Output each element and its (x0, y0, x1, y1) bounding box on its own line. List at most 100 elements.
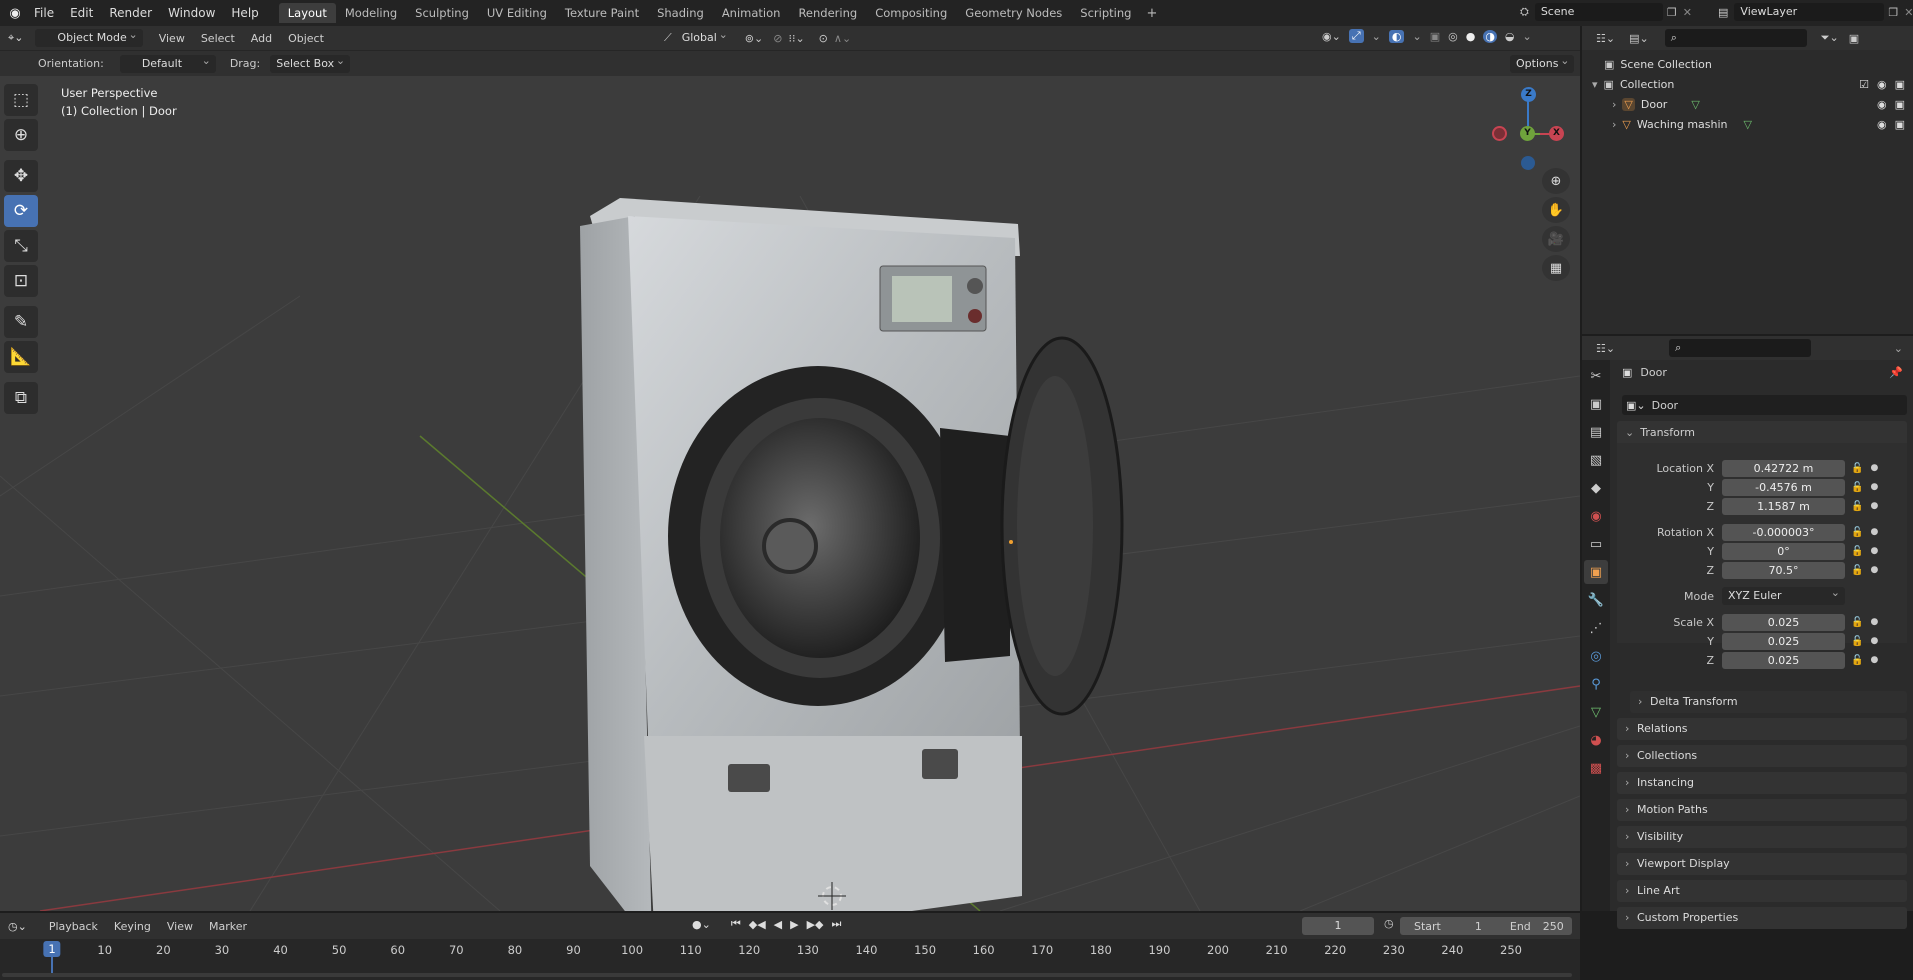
frame-tick-label[interactable]: 40 (273, 943, 288, 957)
visibility-toggles[interactable]: ◉ ▣ (1877, 118, 1905, 131)
pan-hand-icon[interactable]: ✋ (1542, 197, 1570, 223)
location-z-field[interactable]: 1.1587 m (1722, 497, 1845, 515)
tool-tab-icon[interactable]: ✂ (1584, 364, 1608, 388)
material-shading-icon[interactable]: ◑ (1483, 29, 1497, 43)
location-y-field[interactable]: -0.4576 m (1722, 478, 1845, 496)
frame-tick-label[interactable]: 190 (1148, 943, 1170, 957)
timeline-scrollbar[interactable] (2, 973, 1572, 977)
gizmo-neg-x[interactable] (1492, 126, 1507, 141)
menu-item[interactable]: Help (223, 6, 266, 20)
chevron-down-icon[interactable]: ⌄ (1372, 30, 1381, 43)
rotation-x-field[interactable]: -0.000003° (1722, 523, 1845, 541)
panel-header[interactable]: Instancing (1617, 772, 1907, 794)
scale-y-field[interactable]: 0.025 (1722, 632, 1845, 650)
panel-header[interactable]: Custom Properties (1617, 907, 1907, 929)
camera-icon[interactable]: ▣ (1895, 78, 1905, 91)
modifier-tab-icon[interactable]: 🔧 (1584, 588, 1608, 612)
lock-icon[interactable]: 🔓 (1851, 546, 1863, 557)
panel-header[interactable]: Visibility (1617, 826, 1907, 848)
keyframe-dot-icon[interactable]: ● (1870, 546, 1878, 556)
frame-tick-label[interactable]: 240 (1441, 943, 1463, 957)
outliner-scene-collection[interactable]: ▣ Scene Collection (1604, 54, 1712, 74)
transform-tool-icon[interactable]: ⊡ (4, 265, 38, 297)
object-tab-icon[interactable]: ▣ (1584, 560, 1608, 584)
gizmo-z-axis[interactable]: Z (1521, 87, 1536, 102)
location-x-field[interactable]: 0.42722 m (1722, 459, 1845, 477)
checkbox-icon[interactable]: ☑ (1859, 78, 1869, 91)
frame-tick-label[interactable]: 230 (1383, 943, 1405, 957)
visibility-icon[interactable]: ◉⌄ (1322, 30, 1341, 43)
editor-type-icon[interactable]: ☷⌄ (1596, 342, 1615, 355)
current-frame-marker[interactable]: 1 (43, 941, 61, 957)
pin-icon[interactable]: 📌 (1889, 366, 1903, 379)
workspace-tab[interactable]: Layout (278, 3, 336, 23)
frame-tick-label[interactable]: 250 (1500, 943, 1522, 957)
options-dropdown[interactable]: Options (1510, 52, 1575, 73)
zoom-icon[interactable]: ⊕ (1542, 168, 1570, 194)
menu-item[interactable]: Window (160, 6, 223, 20)
eye-icon[interactable]: ◉ (1877, 118, 1887, 131)
editor-type-icon[interactable]: ⌖⌄ (8, 31, 23, 45)
data-tab-icon[interactable]: ▽ (1584, 700, 1608, 724)
outliner-item-door[interactable]: › ▽ Door ▽ ◉ ▣ (1612, 94, 1913, 114)
frame-tick-label[interactable]: 70 (449, 943, 464, 957)
cursor-tool-icon[interactable]: ⊕ (4, 119, 38, 151)
annotate-tool-icon[interactable]: ✎ (4, 306, 38, 338)
workspace-tab[interactable]: Geometry Nodes (956, 3, 1071, 23)
frame-tick-label[interactable]: 10 (97, 943, 112, 957)
view-layer-tab-icon[interactable]: ▧ (1584, 448, 1608, 472)
lock-icon[interactable]: 🔓 (1851, 655, 1863, 666)
frame-tick-label[interactable]: 140 (855, 943, 877, 957)
frame-tick-label[interactable]: 210 (1266, 943, 1288, 957)
frame-tick-label[interactable]: 160 (973, 943, 995, 957)
copy-icon[interactable]: ❐ (1667, 6, 1677, 19)
keyframe-dot-icon[interactable]: ● (1870, 463, 1878, 473)
viewport-menu-item[interactable]: Object (280, 32, 332, 45)
mode-dropdown[interactable]: Object Mode (35, 26, 143, 47)
workspace-tab[interactable]: Sculpting (406, 3, 478, 23)
outliner-collection[interactable]: ▾ ▣ Collection ☑ ◉ ▣ (1592, 74, 1913, 94)
close-icon[interactable]: ✕ (1683, 6, 1692, 19)
workspace-tab[interactable]: Rendering (789, 3, 866, 23)
frame-tick-label[interactable]: 180 (1090, 943, 1112, 957)
measure-tool-icon[interactable]: 📐 (4, 341, 38, 373)
frame-tick-label[interactable]: 30 (215, 943, 230, 957)
rotation-y-field[interactable]: 0° (1722, 542, 1845, 560)
move-tool-icon[interactable]: ✥ (4, 160, 38, 192)
frame-tick-label[interactable]: 80 (508, 943, 523, 957)
chevron-down-icon[interactable]: ⌄ (1894, 342, 1903, 355)
rotate-tool-icon[interactable]: ⟳ (4, 195, 38, 227)
menu-item[interactable]: Render (101, 6, 160, 20)
rotation-mode-dropdown[interactable]: XYZ Euler (1722, 584, 1845, 605)
workspace-tab[interactable]: Scripting (1071, 3, 1140, 23)
keyframe-dot-icon[interactable]: ● (1870, 655, 1878, 665)
frame-tick-label[interactable]: 200 (1207, 943, 1229, 957)
viewlayer-name-field[interactable]: ViewLayer (1734, 3, 1885, 21)
frame-tick-label[interactable]: 150 (914, 943, 936, 957)
collection-tab-icon[interactable]: ▭ (1584, 532, 1608, 556)
physics-tab-icon[interactable]: ◎ (1584, 644, 1608, 668)
frame-tick-label[interactable]: 60 (390, 943, 405, 957)
3d-viewport[interactable]: User Perspective (1) Collection | Door Z… (0, 76, 1580, 911)
camera-icon[interactable]: ▣ (1895, 98, 1905, 111)
chevron-down-icon[interactable]: ⌄ (1523, 30, 1532, 43)
frame-tick-label[interactable]: 120 (738, 943, 760, 957)
visibility-toggles[interactable]: ◉ ▣ (1877, 98, 1905, 111)
panel-header[interactable]: Motion Paths (1617, 799, 1907, 821)
workspace-tab[interactable]: Modeling (336, 3, 406, 23)
frame-tick-label[interactable]: 170 (1031, 943, 1053, 957)
lock-icon[interactable]: 🔓 (1851, 463, 1863, 474)
scene-tab-icon[interactable]: ◆ (1584, 476, 1608, 500)
viewport-menu-item[interactable]: Select (193, 32, 243, 45)
transform-orientation-dropdown[interactable]: Global (676, 26, 733, 47)
solid-shading-icon[interactable]: ● (1466, 30, 1476, 43)
keyframe-dot-icon[interactable]: ● (1870, 617, 1878, 627)
viewport-scene[interactable] (0, 76, 1580, 911)
transform-panel-header[interactable]: ⌄ Transform (1617, 421, 1907, 443)
particles-tab-icon[interactable]: ⋰ (1584, 616, 1608, 640)
keyframe-dot-icon[interactable]: ● (1870, 565, 1878, 575)
workspace-tab[interactable]: UV Editing (478, 3, 556, 23)
scene-selector[interactable]: ⛭ Scene ❐ ✕ (1520, 3, 1692, 21)
menu-item[interactable]: Edit (62, 6, 101, 20)
texture-tab-icon[interactable]: ▩ (1584, 756, 1608, 780)
